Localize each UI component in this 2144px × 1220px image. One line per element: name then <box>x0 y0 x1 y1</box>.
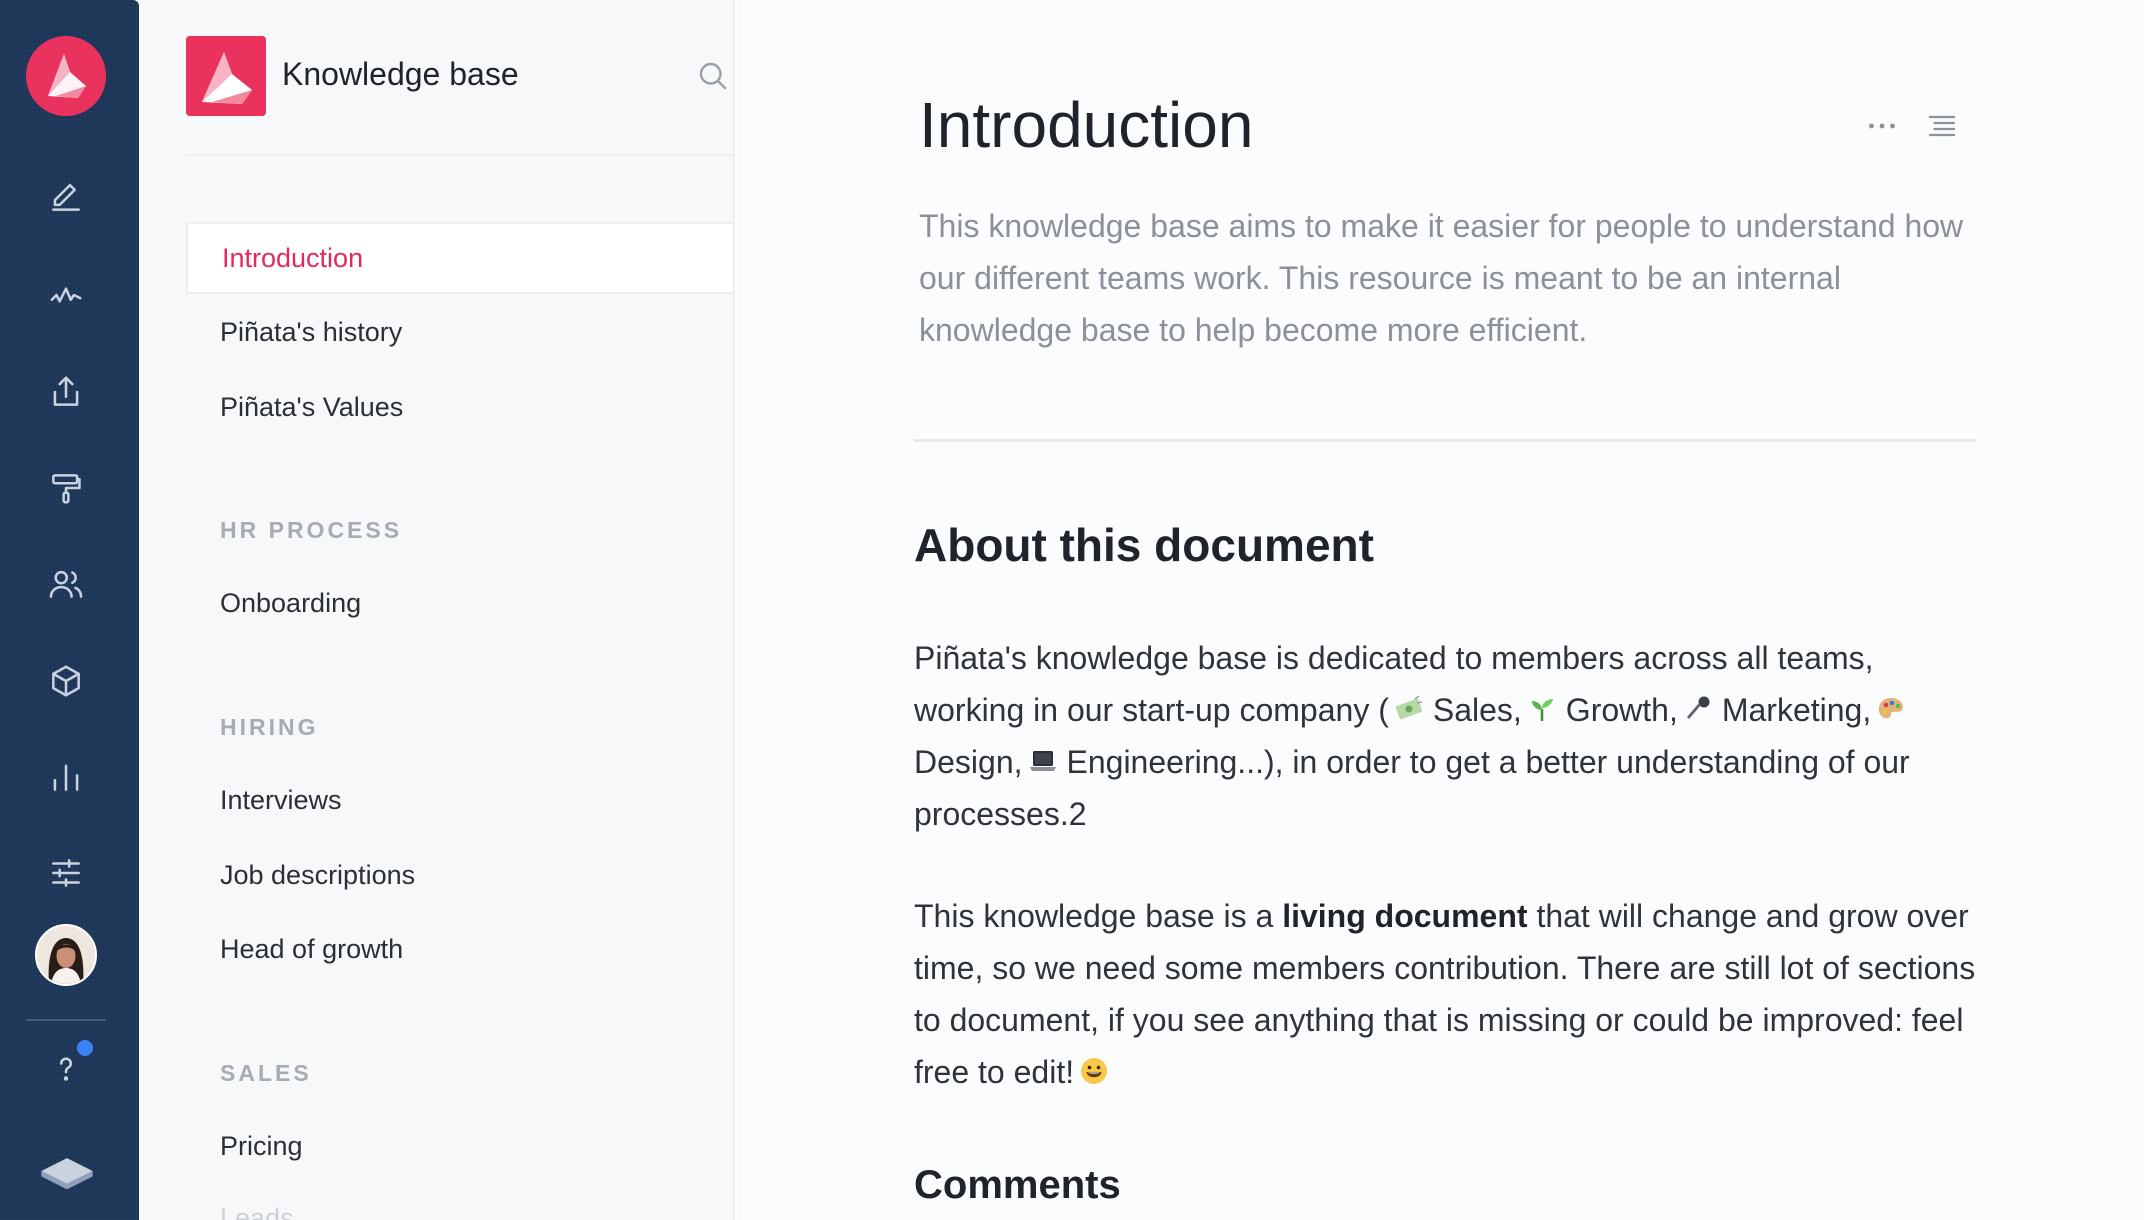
more-options-icon[interactable] <box>1862 106 1902 146</box>
app-rail <box>0 0 139 1220</box>
paragraph-text: This knowledge base is a <box>914 898 1283 934</box>
document-lead: This knowledge base aims to make it easi… <box>919 208 1964 348</box>
document-view: Introduction This knowledge base aims to… <box>737 0 2144 1220</box>
document-actions <box>1862 106 1962 146</box>
smile-emoji-icon <box>1078 1055 1114 1087</box>
sidebar-title: Knowledge base <box>282 56 519 92</box>
sidebar-item-pinatas-history[interactable]: Piñata's history <box>186 296 733 368</box>
search-icon[interactable] <box>693 56 733 96</box>
sidebar-item-job-descriptions[interactable]: Job descriptions <box>186 839 733 911</box>
share-icon[interactable] <box>45 371 87 413</box>
user-avatar[interactable] <box>35 924 97 986</box>
sidebar-item-label: Onboarding <box>220 587 362 618</box>
paint-roller-icon[interactable] <box>45 467 87 509</box>
section-heading: About this document <box>914 519 1374 571</box>
palette-emoji-icon <box>1875 693 1911 725</box>
sidebar-header: Knowledge base <box>186 36 733 156</box>
edit-icon[interactable] <box>45 176 87 218</box>
sidebar-item-pricing[interactable]: Pricing <box>186 1110 733 1182</box>
microphone-emoji-icon <box>1682 693 1718 725</box>
laptop-emoji-icon <box>1027 745 1063 777</box>
money-emoji-icon <box>1393 693 1429 725</box>
sidebar-item-label: Leads <box>220 1202 294 1220</box>
notification-dot <box>77 1040 93 1056</box>
sidebar-item-head-of-growth[interactable]: Head of growth <box>186 913 733 985</box>
cube-icon[interactable] <box>45 660 87 702</box>
knowledge-base-logo-icon <box>186 36 266 116</box>
sidebar-item-label: Interviews <box>220 784 342 815</box>
bar-chart-icon[interactable] <box>45 756 87 798</box>
paragraph-text: Design, <box>914 744 1023 780</box>
sliders-icon[interactable] <box>45 852 87 894</box>
sidebar-item-leads[interactable]: Leads <box>186 1182 733 1220</box>
paragraph-living-document: This knowledge base is a living document… <box>914 890 1984 1098</box>
sidebar-item-label: Pricing <box>220 1130 303 1161</box>
section-title-sales: SALES <box>220 1060 312 1086</box>
section-title-hiring: HIRING <box>220 714 319 740</box>
activity-icon[interactable] <box>45 274 87 316</box>
users-icon[interactable] <box>45 563 87 605</box>
book-icon[interactable] <box>36 1150 98 1192</box>
bold-text: living document <box>1282 898 1528 934</box>
sidebar-item-pinatas-values[interactable]: Piñata's Values <box>186 371 733 443</box>
seedling-emoji-icon <box>1526 693 1562 725</box>
page-title: Introduction <box>919 89 1254 161</box>
sidebar-item-label: Head of growth <box>220 933 404 964</box>
app-logo-icon[interactable] <box>26 36 106 116</box>
section-title-hr-process: HR PROCESS <box>220 517 403 543</box>
sidebar-item-interviews[interactable]: Interviews <box>186 764 733 836</box>
sidebar-item-introduction[interactable]: Introduction <box>186 222 733 294</box>
paragraph-text: Growth, <box>1565 692 1678 728</box>
paragraph-text: Marketing, <box>1721 692 1872 728</box>
divider <box>914 439 1976 442</box>
knowledge-base-sidebar: Knowledge base Introduction Piñata's his… <box>139 0 735 1220</box>
sidebar-item-label: Introduction <box>222 242 364 273</box>
sidebar-item-onboarding[interactable]: Onboarding <box>186 567 733 639</box>
paragraph-text: Sales, <box>1432 692 1522 728</box>
table-of-contents-icon[interactable] <box>1922 106 1962 146</box>
sidebar-item-label: Piñata's Values <box>220 391 404 422</box>
comments-heading: Comments <box>914 1163 1121 1207</box>
sidebar-item-label: Piñata's history <box>220 316 403 347</box>
paragraph-text: Engineering...), in order to get a bette… <box>914 744 1910 832</box>
sidebar-item-label: Job descriptions <box>220 859 416 890</box>
rail-divider <box>26 1019 106 1021</box>
paragraph-intro: Piñata's knowledge base is dedicated to … <box>914 632 1984 840</box>
